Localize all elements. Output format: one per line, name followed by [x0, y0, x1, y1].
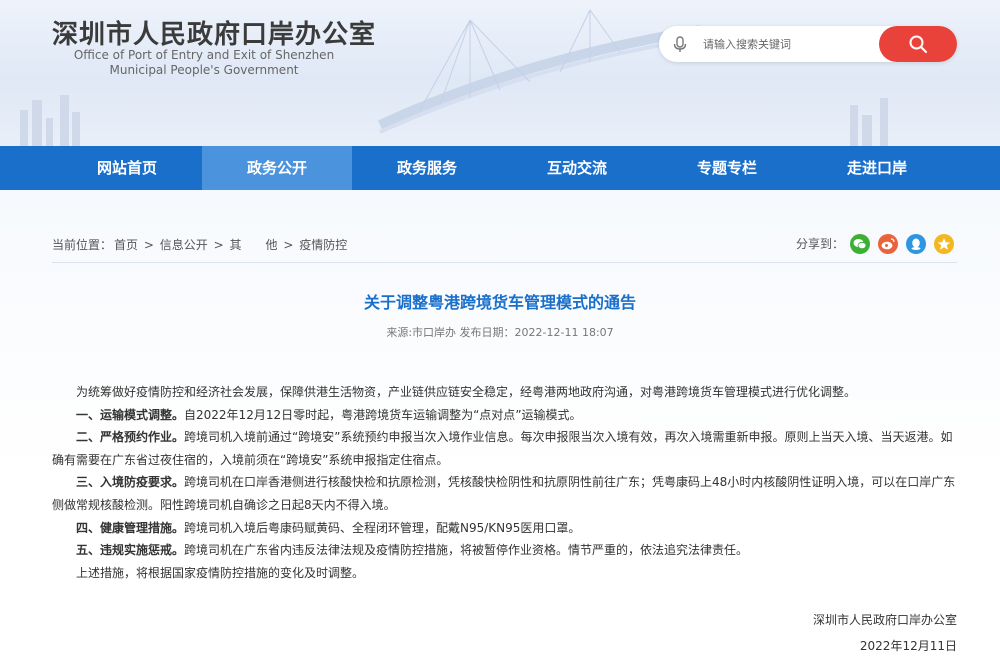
article-intro: 为统筹做好疫情防控和经济社会发展，保障供港生活物资，产业链供应链安全稳定，经粤港… — [76, 385, 857, 399]
search-button[interactable] — [879, 26, 957, 62]
site-title-cn[interactable]: 深圳市人民政府口岸办公室 — [52, 14, 376, 51]
section-heading: 五、违规实施惩戒。 — [76, 543, 185, 558]
breadcrumb-item-home[interactable]: 首页 — [114, 238, 138, 252]
main-nav: 网站首页 政务公开 政务服务 互动交流 专题专栏 走进口岸 — [0, 146, 1000, 190]
site-title-en: Office of Port of Entry and Exit of Shen… — [54, 48, 354, 78]
breadcrumb-item-other[interactable]: 其 他 — [229, 238, 277, 252]
search-input[interactable] — [703, 34, 873, 54]
breadcrumb-prefix: 当前位置： — [52, 238, 113, 252]
share-label: 分享到： — [796, 237, 845, 251]
breadcrumb: 当前位置： 首页 > 信息公开 > 其 他 > 疫情防控 — [52, 236, 349, 253]
breadcrumb-separator: > — [213, 238, 224, 252]
section-text: 跨境司机在口岸香港侧进行核酸快检和抗原检测，凭核酸快检阴性和抗原阴性前往广东；凭… — [52, 475, 956, 512]
qzone-icon[interactable] — [934, 234, 954, 254]
section-heading: 二、严格预约作业。 — [76, 430, 185, 445]
section-heading: 一、运输模式调整。 — [76, 407, 185, 422]
site-title-en-line2: Municipal People's Government — [109, 63, 299, 77]
section-text: 自2022年12月12日零时起，粤港跨境货车运输调整为“点对点”运输模式。 — [184, 407, 582, 422]
wechat-icon[interactable] — [850, 234, 870, 254]
section-text: 跨境司机入境后粤康码赋黄码、全程闭环管理，配戴N95/KN95医用口罩。 — [184, 520, 581, 535]
article-section-2: 二、严格预约作业。跨境司机入境前通过“跨境安”系统预约申报当次入境作业信息。每次… — [52, 426, 957, 471]
search-box — [659, 26, 957, 62]
article-signature-block: 深圳市人民政府口岸办公室 2022年12月11日 — [813, 607, 957, 659]
article-signature: 深圳市人民政府口岸办公室 — [812, 613, 957, 627]
nav-item-government-affairs[interactable]: 政务公开 — [202, 146, 352, 190]
nav-item-topics[interactable]: 专题专栏 — [652, 146, 802, 190]
breadcrumb-item-info[interactable]: 信息公开 — [160, 238, 208, 252]
microphone-icon[interactable] — [671, 35, 689, 53]
article-closing: 上述措施，将根据国家疫情防控措施的变化及时调整。 — [76, 565, 365, 580]
article-date: 2022年12月11日 — [859, 639, 957, 653]
weibo-icon[interactable] — [878, 234, 898, 254]
section-text: 跨境司机入境前通过“跨境安”系统预约申报当次入境作业信息。每次申报限当次入境有效… — [52, 430, 953, 467]
site-header: 深圳市人民政府口岸办公室 Office of Port of Entry and… — [0, 0, 1000, 146]
breadcrumb-divider — [52, 262, 957, 263]
breadcrumb-separator: > — [143, 238, 154, 252]
article-section-5: 五、违规实施惩戒。跨境司机在广东省内违反法律法规及疫情防控措施，将被暂停作业资格… — [52, 539, 957, 562]
breadcrumb-separator: > — [283, 238, 294, 252]
search-icon — [909, 35, 928, 54]
qq-icon[interactable] — [906, 234, 926, 254]
nav-item-home[interactable]: 网站首页 — [52, 146, 202, 190]
nav-item-services[interactable]: 政务服务 — [352, 146, 502, 190]
nav-item-interaction[interactable]: 互动交流 — [502, 146, 652, 190]
section-heading: 三、入境防疫要求。 — [76, 475, 185, 490]
site-title-en-line1: Office of Port of Entry and Exit of Shen… — [73, 48, 335, 62]
article-section-4: 四、健康管理措施。跨境司机入境后粤康码赋黄码、全程闭环管理，配戴N95/KN95… — [52, 517, 957, 540]
article-section-1: 一、运输模式调整。自2022年12月12日零时起，粤港跨境货车运输调整为“点对点… — [52, 404, 957, 427]
section-text: 跨境司机在广东省内违反法律法规及疫情防控措施，将被暂停作业资格。情节严重的，依法… — [184, 543, 749, 558]
article-body: 为统筹做好疫情防控和经济社会发展，保障供港生活物资，产业链供应链安全稳定，经粤港… — [52, 381, 957, 584]
section-heading: 四、健康管理措施。 — [76, 520, 185, 535]
breadcrumb-item-epidemic[interactable]: 疫情防控 — [299, 238, 347, 252]
article-title: 关于调整粤港跨境货车管理模式的通告 — [363, 293, 636, 312]
article-section-3: 三、入境防疫要求。跨境司机在口岸香港侧进行核酸快检和抗原检测，凭核酸快检阴性和抗… — [52, 471, 957, 516]
nav-item-about-ports[interactable]: 走进口岸 — [802, 146, 952, 190]
article-meta: 来源:市口岸办 发布日期：2022-12-11 18:07 — [386, 326, 614, 339]
